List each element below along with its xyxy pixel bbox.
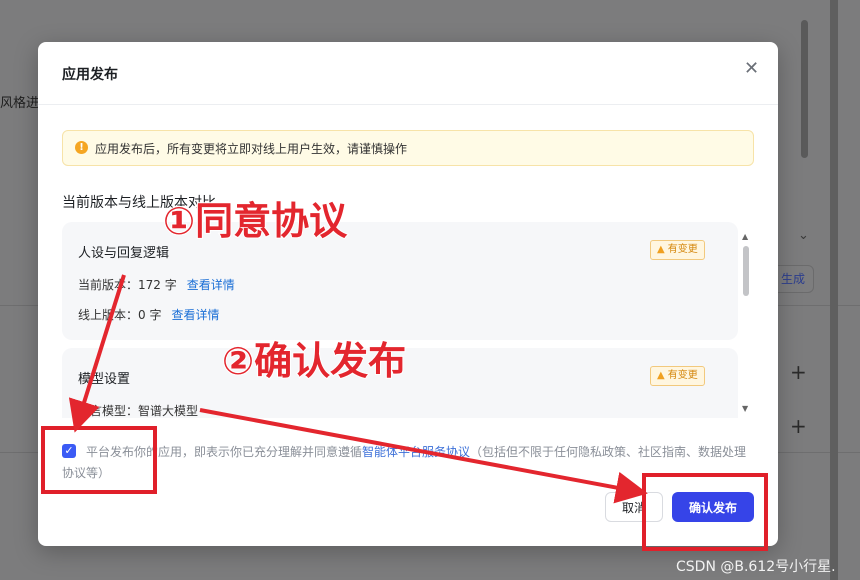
annotation-step1-label: ①同意协议 — [162, 198, 348, 244]
arrow-to-checkbox — [68, 274, 126, 433]
arrow-to-confirm-2 — [210, 405, 638, 485]
annotation-step2-label: ②确认发布 — [221, 338, 407, 384]
annotation-arrows — [68, 274, 648, 504]
arrow-to-confirm-1 — [199, 408, 648, 504]
watermark: CSDN @B.612号小行星. — [676, 559, 836, 575]
